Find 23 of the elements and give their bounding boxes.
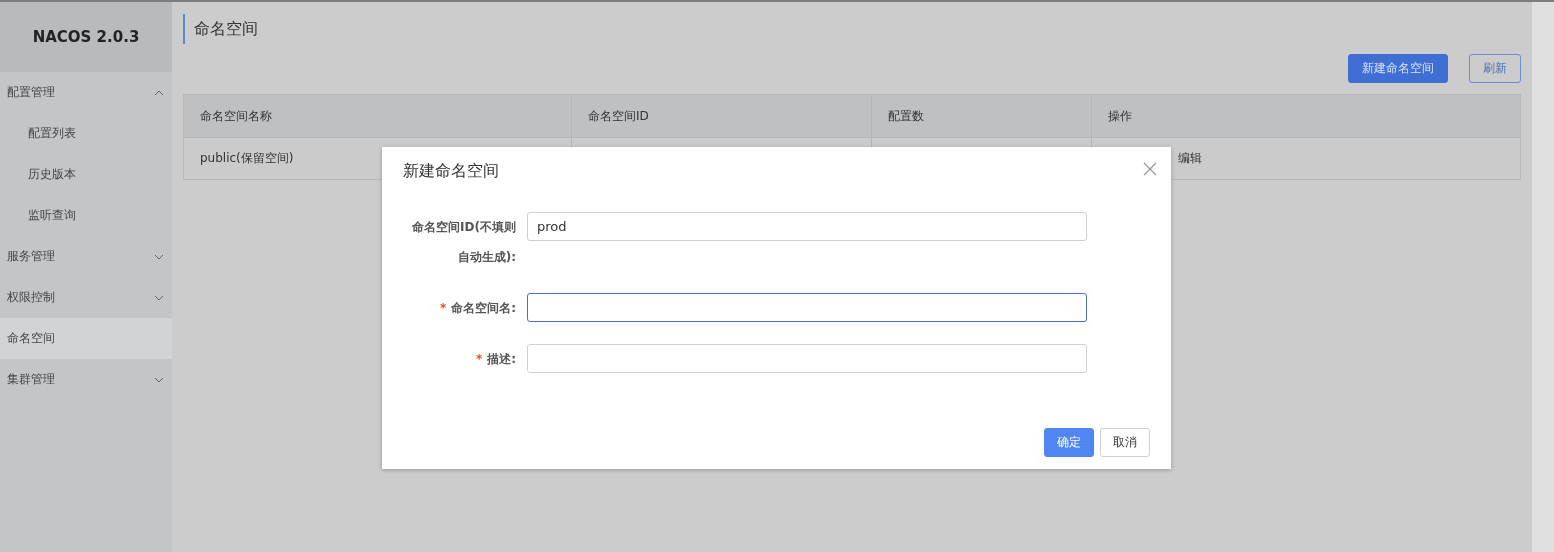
table-cell: public(保留空间) bbox=[200, 150, 294, 167]
edit-link[interactable]: 编辑 bbox=[1178, 150, 1202, 167]
column-header: 命名空间名称 bbox=[199, 107, 273, 125]
dialog-title: 新建命名空间 bbox=[403, 161, 499, 182]
column-header: 配置数 bbox=[871, 95, 1091, 137]
column-header: 操作 bbox=[1091, 95, 1520, 137]
page-title: 命名空间 bbox=[183, 14, 1521, 44]
required-mark: * bbox=[475, 352, 483, 366]
required-mark: * bbox=[439, 301, 447, 315]
input-field[interactable]: prod bbox=[527, 212, 1087, 241]
input-field[interactable] bbox=[527, 293, 1087, 322]
close-icon[interactable] bbox=[1143, 162, 1157, 176]
field-label: 命名空间名: bbox=[451, 301, 516, 315]
cancel-button[interactable]: 取消 bbox=[1100, 428, 1150, 457]
menu-item[interactable]: 命名空间 bbox=[0, 318, 172, 359]
create-button[interactable]: 新建命名空间 bbox=[1348, 54, 1448, 83]
refresh-button[interactable]: 刷新 bbox=[1469, 54, 1521, 83]
scroll-bar[interactable] bbox=[1532, 2, 1554, 552]
column-header: 命名空间ID bbox=[571, 95, 871, 137]
field-label: 描述: bbox=[487, 352, 516, 366]
brand-title: NACOS 2.0.3 bbox=[0, 2, 172, 72]
field-label: 命名空间ID(不填则自动生成): bbox=[412, 220, 516, 264]
confirm-button[interactable]: 确定 bbox=[1044, 428, 1094, 457]
